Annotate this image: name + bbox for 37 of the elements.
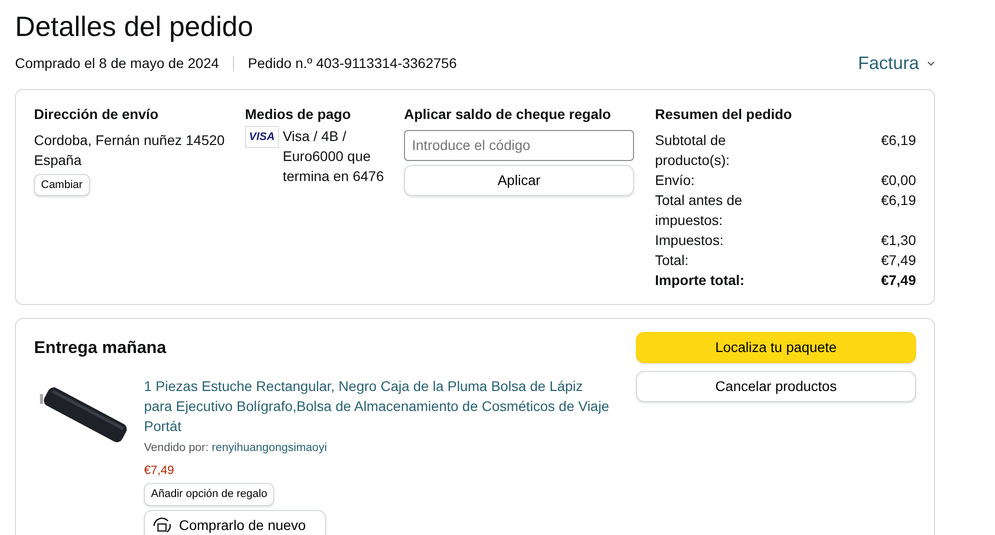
product-title-link[interactable]: 1 Piezas Estuche Rectangular, Negro Caja de la Pluma Bolsa de Lápiz para Ejecutivo Bolígrafo,Bolsa de Almacenamiento de Cosméticos de Viaje Portát bbox=[144, 376, 614, 436]
summary-label: Total: bbox=[655, 250, 690, 270]
summary-value: €1,30 bbox=[880, 230, 916, 250]
summary-label: Total antes de impuestos: bbox=[655, 190, 744, 230]
section-heading: Resumen del pedido bbox=[655, 104, 793, 124]
seller-link[interactable]: renyihuangongsimaoyi bbox=[212, 442, 327, 454]
summary-value: €7,49 bbox=[880, 250, 916, 270]
bag-cycle-icon bbox=[151, 516, 173, 534]
payment-method: Visa / 4B / Euro6000 que termina en 6476 bbox=[282, 126, 385, 186]
summary-value: €6,19 bbox=[880, 190, 916, 210]
product-price: €7,49 bbox=[144, 462, 176, 480]
summary-label: Subtotal de producto(s): bbox=[655, 130, 731, 170]
cancel-items-button[interactable]: Cancelar productos bbox=[636, 370, 916, 402]
summary-value: €0,00 bbox=[880, 170, 916, 190]
summary-value: €6,19 bbox=[880, 130, 916, 150]
section-heading: Dirección de envío bbox=[34, 104, 160, 124]
gift-code-field[interactable]: Introduce el código bbox=[404, 130, 634, 161]
order-number: Pedido n.º 403-9113314-3362756 bbox=[248, 54, 457, 73]
summary-label: Importe total: bbox=[655, 270, 746, 290]
card-logo: VISA bbox=[245, 126, 279, 148]
shipment-heading: Entrega mañana bbox=[34, 336, 168, 359]
purchase-date: Comprado el 8 de mayo de 2024 bbox=[15, 54, 219, 73]
page-title: Detalles del pedido bbox=[15, 10, 254, 44]
change-button[interactable]: Cambiar bbox=[34, 174, 90, 196]
summary-label: Impuestos: bbox=[655, 230, 724, 250]
apply-button[interactable]: Aplicar bbox=[404, 164, 634, 196]
chevron-down-icon bbox=[927, 60, 935, 66]
sold-by-label: Vendido por: bbox=[144, 442, 209, 454]
gift-option-button[interactable]: Añadir opción de regalo bbox=[144, 483, 274, 506]
invoice-link[interactable]: Factura bbox=[858, 50, 935, 77]
summary-value: €7,49 bbox=[880, 270, 916, 290]
shipping-address: Cordoba, Fernán nuñez 14520 España bbox=[34, 130, 226, 170]
section-heading: Aplicar saldo de cheque regalo bbox=[404, 104, 612, 124]
section-heading: Medios de pago bbox=[245, 104, 352, 124]
track-package-button[interactable]: Localiza tu paquete bbox=[636, 332, 916, 363]
buy-again-button[interactable]: Comprarlo de nuevo bbox=[144, 510, 326, 535]
summary-label: Envío: bbox=[655, 170, 696, 190]
